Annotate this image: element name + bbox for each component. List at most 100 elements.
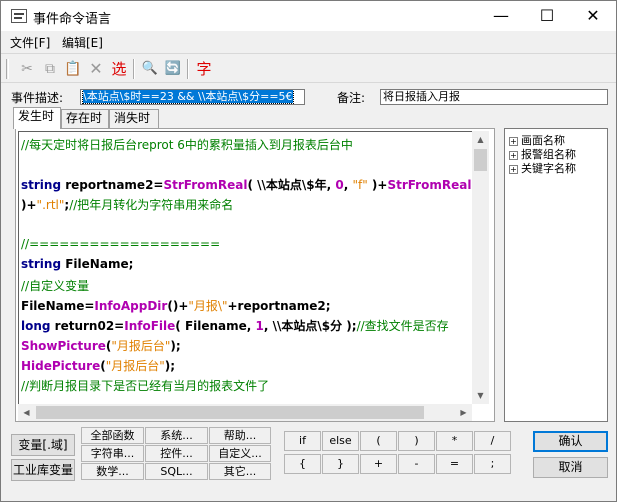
horizontal-scrollbar[interactable]: ◀ ▶ [18,404,472,421]
op-equals-button[interactable]: = [436,454,473,474]
code-token: string [21,178,66,193]
scroll-right-icon[interactable]: ▶ [455,404,472,421]
code-token: ); [170,339,181,353]
op-rbrace-button[interactable]: } [322,454,359,474]
tab-while-exists[interactable]: 存在时 [61,109,109,128]
code-token: //自定义变量 [21,278,90,293]
scroll-down-icon[interactable]: ▼ [472,387,489,404]
scroll-left-icon[interactable]: ◀ [18,404,35,421]
confirm-button[interactable]: 确认 [533,431,608,452]
code-token: )+ [367,178,388,193]
scroll-thumb[interactable] [474,149,487,171]
op-lparen-button[interactable]: ( [360,431,397,451]
maximize-button[interactable]: ☐ [524,1,570,31]
code-line: ShowPicture("月报后台"); [21,337,181,354]
delete-icon[interactable]: ✕ [86,59,106,79]
scroll-up-icon[interactable]: ▲ [472,131,489,148]
custom-functions-button[interactable]: 自定义... [209,445,271,462]
code-token: InfoFile [124,318,176,333]
op-plus-button[interactable]: + [360,454,397,474]
variable-field-button[interactable]: 变量[.域] [11,434,75,456]
cut-icon[interactable]: ✂ [17,59,37,79]
op-lbrace-button[interactable]: { [284,454,321,474]
industrial-db-variable-button[interactable]: 工业库变量 [11,459,75,481]
code-line [21,397,151,404]
copy-icon[interactable]: ⧉ [40,59,60,79]
code-token: FileName; [65,256,134,271]
code-token: "f" [352,178,368,193]
code-line: string FileName; [21,257,133,271]
op-minus-button[interactable]: - [398,454,435,474]
editor-panel: //每天定时将日报后台reprot 6中的累积量插入到月报表后台中 string … [15,128,495,422]
remark-label: 备注: [337,91,366,105]
function-button-group: 全部函数 系统... 帮助... 字符串... 控件... 自定义... 数学.… [81,427,271,481]
op-multiply-button[interactable]: * [436,431,473,451]
minimize-button[interactable]: — [478,1,524,31]
code-token: return02= [54,318,125,333]
event-desc-field[interactable]: \本站点\$时==23 && \\本站点\$分==5€ [80,89,305,105]
code-token: //=================== [21,236,221,251]
op-divide-button[interactable]: / [474,431,511,451]
code-line: string reportname2=StrFromReal( \\本站点\$年… [21,176,472,193]
code-token: ()+ [167,298,189,313]
app-icon [11,9,27,23]
event-desc-value: \本站点\$时==23 && \\本站点\$分==5€ [82,90,294,104]
system-functions-button[interactable]: 系统... [145,427,208,444]
script-editor[interactable]: //每天定时将日报后台reprot 6中的累积量插入到月报表后台中 string … [18,131,472,404]
paste-icon[interactable]: 📋 [63,59,83,79]
code-token: +reportname2; [227,298,331,313]
other-functions-button[interactable]: 其它... [209,463,271,480]
expand-icon[interactable]: + [509,150,518,160]
math-functions-button[interactable]: 数学... [81,463,144,480]
event-command-window: 事件命令语言 — ☐ ✕ 文件[F] 编辑[E] ✂ ⧉ 📋 ✕ 选 🔍 🔄 字… [0,0,617,502]
tab-on-disappear[interactable]: 消失时 [109,109,159,128]
code-token: 0 [335,178,344,193]
operator-button-group: if else ( ) * / { } + - = ; [284,431,514,475]
expand-icon[interactable]: + [509,136,518,146]
close-button[interactable]: ✕ [570,1,616,31]
cancel-button[interactable]: 取消 [533,457,608,478]
code-token: ( Filename, [175,318,256,333]
op-rparen-button[interactable]: ) [398,431,435,451]
code-token: //判断月报目录下是否已经有当月的报表文件了 [21,379,270,394]
toolbar-separator [187,59,189,79]
hscroll-thumb[interactable] [36,406,424,419]
code-token: string [21,256,66,271]
code-token: InfoAppDir [94,298,168,313]
code-line: )+".rtl";//把年月转化为字符串用来命名 [21,196,233,213]
font-icon[interactable]: 字 [194,59,214,79]
code-line: HidePicture("月报后台"); [21,357,175,374]
expand-icon[interactable]: + [509,164,518,174]
tab-on-occur[interactable]: 发生时 [13,107,61,129]
code-token: StrFromReal [387,178,472,193]
find-icon[interactable]: 🔍 [140,59,160,79]
op-if-button[interactable]: if [284,431,321,451]
code-line: long return02=InfoFile( Filename, 1, \\本… [21,317,449,334]
op-semicolon-button[interactable]: ; [474,454,511,474]
help-button[interactable]: 帮助... [209,427,271,444]
code-token: ".rtl" [36,198,65,213]
select-icon[interactable]: 选 [109,59,129,79]
control-functions-button[interactable]: 控件... [145,445,208,462]
remark-field[interactable]: 将日报插入月报 [380,89,608,105]
code-line: //=================== [21,237,220,251]
menu-file[interactable]: 文件[F] [10,34,50,51]
string-functions-button[interactable]: 字符串... [81,445,144,462]
code-token: , \\本站点\$分 ); [263,318,357,333]
toolbar-grip [6,59,9,79]
code-token: ShowPicture [21,339,106,353]
window-title: 事件命令语言 [33,12,112,27]
menu-edit[interactable]: 编辑[E] [62,34,103,51]
op-else-button[interactable]: else [322,431,359,451]
replace-icon[interactable]: 🔄 [163,59,183,79]
code-token: StrFromReal [163,178,248,193]
code-token: "月报\" [188,298,228,313]
menu-bar: 文件[F] 编辑[E] [1,32,616,52]
sql-functions-button[interactable]: SQL... [145,463,208,480]
all-functions-button[interactable]: 全部函数 [81,427,144,444]
tree-item-keywords[interactable]: + 关键字名称 [509,160,576,176]
keyword-tree: + 画面名称 + 报警组名称 + 关键字名称 [504,128,608,422]
title-bar: 事件命令语言 — ☐ ✕ [1,1,616,31]
vertical-scrollbar[interactable]: ▲ ▼ [472,131,489,404]
